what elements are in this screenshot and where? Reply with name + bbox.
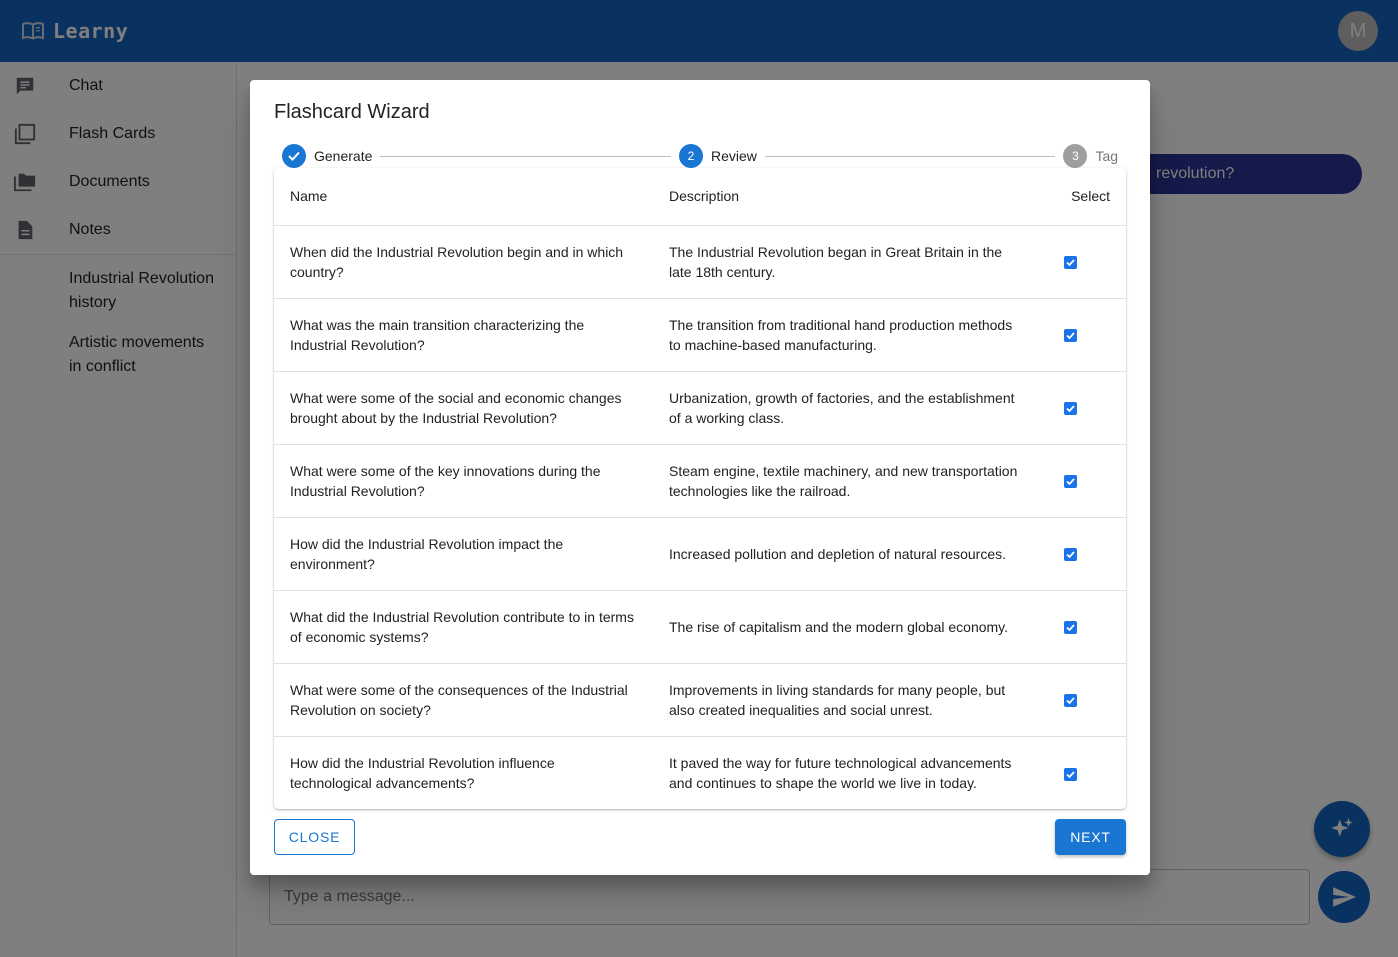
select-checkbox[interactable] xyxy=(1064,329,1077,343)
flashcard-description: Steam engine, textile machinery, and new… xyxy=(653,444,1041,518)
column-header-select: Select xyxy=(1041,168,1126,226)
table-row: When did the Industrial Revolution begin… xyxy=(274,225,1126,299)
step-generate[interactable]: Generate xyxy=(282,144,372,168)
flashcard-description: Increased pollution and depletion of nat… xyxy=(653,517,1041,591)
step-connector xyxy=(380,155,671,157)
flashcard-description: Improvements in living standards for man… xyxy=(653,663,1041,737)
flashcard-description: The transition from traditional hand pro… xyxy=(653,298,1041,372)
flashcards-table: Name Description Select When did the Ind… xyxy=(274,168,1126,809)
column-header-description: Description xyxy=(653,168,1041,226)
table-row: What was the main transition characteriz… xyxy=(274,298,1126,372)
flashcard-description: The Industrial Revolution began in Great… xyxy=(653,225,1041,299)
flashcard-name: How did the Industrial Revolution influe… xyxy=(290,754,555,791)
select-cell xyxy=(1041,590,1126,664)
flashcard-name: What were some of the social and economi… xyxy=(274,371,653,445)
table-row: What did the Industrial Revolution contr… xyxy=(274,590,1126,664)
table-row: What were some of the key innovations du… xyxy=(274,444,1126,518)
table-row: How did the Industrial Revolution influe… xyxy=(274,736,1126,809)
step-label: Review xyxy=(710,148,757,164)
next-button[interactable]: NEXT xyxy=(1055,819,1126,855)
select-checkbox[interactable] xyxy=(1064,475,1077,489)
select-cell xyxy=(1041,225,1126,299)
check-icon xyxy=(282,144,306,168)
flashcard-description: Urbanization, growth of factories, and t… xyxy=(653,371,1041,445)
select-cell xyxy=(1041,444,1126,518)
step-connector xyxy=(764,155,1056,157)
dialog-title: Flashcard Wizard xyxy=(274,101,430,123)
flashcard-name: When did the Industrial Revolution begin… xyxy=(274,225,653,299)
select-checkbox[interactable] xyxy=(1064,767,1077,781)
select-checkbox[interactable] xyxy=(1064,402,1077,416)
step-review[interactable]: 2 Review xyxy=(678,144,757,168)
step-label: Generate xyxy=(314,148,373,164)
table-row: How did the Industrial Revolution impact… xyxy=(274,517,1126,591)
flashcard-name: What did the Industrial Revolution contr… xyxy=(274,590,653,664)
select-checkbox[interactable] xyxy=(1064,256,1077,270)
flashcard-wizard-dialog: Flashcard Wizard Generate 2 Review 3 Tag… xyxy=(250,80,1150,875)
select-checkbox[interactable] xyxy=(1064,621,1077,635)
select-checkbox[interactable] xyxy=(1064,548,1077,562)
step-label: Tag xyxy=(1095,148,1119,164)
select-cell xyxy=(1041,517,1126,591)
select-cell xyxy=(1041,736,1126,809)
select-checkbox[interactable] xyxy=(1064,694,1077,708)
step-number: 3 xyxy=(1063,144,1088,168)
flashcard-description: The rise of capitalism and the modern gl… xyxy=(653,590,1041,664)
step-number: 2 xyxy=(678,144,703,168)
flashcard-name: How did the Industrial Revolution impact… xyxy=(274,517,653,591)
table-row: What were some of the consequences of th… xyxy=(274,663,1126,737)
close-button[interactable]: CLOSE xyxy=(274,819,355,855)
flashcard-name: What were some of the key innovations du… xyxy=(274,444,653,518)
table-row: What were some of the social and economi… xyxy=(274,371,1126,445)
table-header-row: Name Description Select xyxy=(274,168,1126,226)
flashcard-name: What were some of the consequences of th… xyxy=(274,663,653,737)
select-cell xyxy=(1041,298,1126,372)
select-cell xyxy=(1041,663,1126,737)
flashcard-description: It paved the way for future technologica… xyxy=(669,754,1012,791)
step-tag[interactable]: 3 Tag xyxy=(1063,144,1118,168)
column-header-name: Name xyxy=(274,168,653,226)
select-cell xyxy=(1041,371,1126,445)
stepper: Generate 2 Review 3 Tag xyxy=(282,144,1118,168)
flashcard-name: What was the main transition characteriz… xyxy=(274,298,653,372)
